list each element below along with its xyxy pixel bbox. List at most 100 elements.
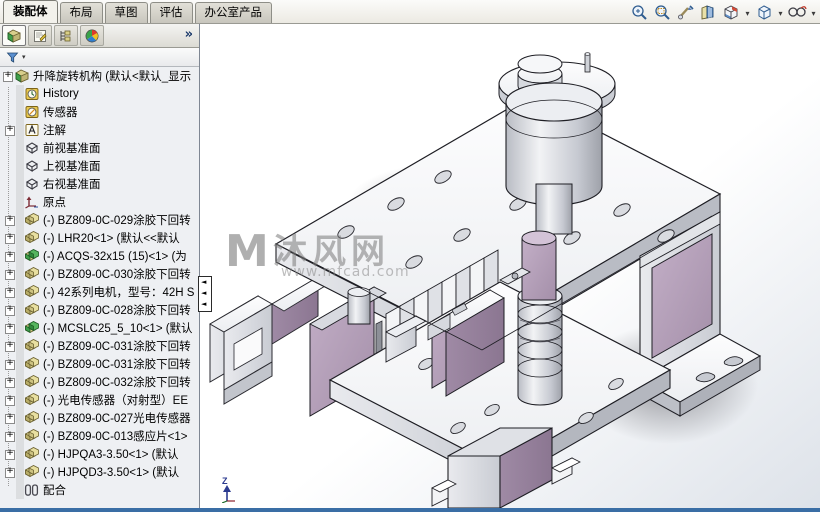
- panel-tab-configuration-manager[interactable]: [54, 25, 78, 46]
- plane-icon: [24, 140, 40, 156]
- tree-item[interactable]: (-) BZ809-0C-030涂胶下回转: [0, 265, 199, 283]
- tree-item[interactable]: 前视基准面: [0, 139, 199, 157]
- hide-show-items-icon[interactable]: [786, 2, 808, 23]
- tree-expander[interactable]: [4, 123, 15, 136]
- previous-view-icon[interactable]: [674, 2, 696, 23]
- tree-filter-bar[interactable]: ▾: [0, 48, 199, 67]
- tooltip-line: ◄: [201, 300, 207, 308]
- command-tab-2[interactable]: 草图: [104, 2, 148, 23]
- tree-item-label: (-) BZ809-0C-027光电传感器: [43, 413, 191, 425]
- component-icon: [24, 302, 40, 318]
- command-tab-4[interactable]: 办公室产品: [194, 2, 272, 23]
- tree-expander[interactable]: [4, 357, 15, 370]
- tree-connector-dots: [16, 463, 24, 481]
- tree-expander-empty: [4, 143, 15, 154]
- tree-expander[interactable]: [4, 249, 15, 262]
- zoom-to-fit-icon[interactable]: [628, 2, 650, 23]
- component-icon: [24, 356, 40, 372]
- tree-item-label: (-) BZ809-0C-013感应片<1>: [43, 431, 188, 443]
- tree-item[interactable]: History: [0, 85, 199, 103]
- tree-connector-dots: [16, 319, 24, 337]
- tree-expander-empty: [4, 107, 15, 118]
- hide-show-items-dropdown-arrow[interactable]: ▾: [809, 2, 818, 23]
- tree-expander[interactable]: [2, 69, 13, 82]
- view-toolbar: ▾ ▾ ▾: [628, 0, 818, 24]
- section-view-icon[interactable]: [697, 2, 719, 23]
- status-bar-edge-left: [0, 508, 200, 512]
- tree-item[interactable]: 右视基准面: [0, 175, 199, 193]
- tree-item-label: 注解: [43, 125, 66, 137]
- panel-tab-feature-manager-tree[interactable]: [2, 25, 26, 46]
- tree-item[interactable]: (-) HJPQD3-3.50<1> (默认: [0, 463, 199, 481]
- tree-expander[interactable]: [4, 393, 15, 406]
- command-tab-bar: 装配体 布局 草图 评估 办公室产品 ▾ ▾ ▾: [0, 0, 820, 24]
- tree-expander[interactable]: [4, 321, 15, 334]
- tree-item[interactable]: 传感器: [0, 103, 199, 121]
- tree-root[interactable]: 升降旋转机构 (默认<默认_显示: [0, 67, 199, 85]
- filter-dropdown-caret[interactable]: ▾: [22, 53, 26, 61]
- view-orientation-dropdown-arrow[interactable]: ▾: [743, 2, 752, 23]
- tree-expander[interactable]: [4, 285, 15, 298]
- component-icon: [24, 464, 40, 480]
- zoom-to-area-icon[interactable]: [651, 2, 673, 23]
- tree-connector-dots: [16, 337, 24, 355]
- tree-connector-dots: [16, 247, 24, 265]
- tree-expander-empty: [4, 161, 15, 172]
- tree-item[interactable]: (-) HJPQA3-3.50<1> (默认: [0, 445, 199, 463]
- tree-expander[interactable]: [4, 411, 15, 424]
- annotation-icon: [24, 122, 40, 138]
- panel-expand-chevron[interactable]: »: [185, 27, 193, 42]
- tree-item-label: 前视基准面: [43, 143, 101, 155]
- tree-connector-dots: [16, 427, 24, 445]
- tree-item[interactable]: (-) BZ809-0C-032涂胶下回转: [0, 373, 199, 391]
- graphics-area[interactable]: M 沐风网 www.mfcad.com Z: [200, 24, 820, 512]
- tree-item[interactable]: 原点: [0, 193, 199, 211]
- tree-item-label: (-) BZ809-0C-031涂胶下回转: [43, 341, 191, 353]
- tree-item[interactable]: 配合: [0, 481, 199, 499]
- command-tab-1[interactable]: 布局: [59, 2, 103, 23]
- tree-item[interactable]: (-) BZ809-0C-031涂胶下回转: [0, 337, 199, 355]
- tree-item[interactable]: (-) BZ809-0C-029涂胶下回转: [0, 211, 199, 229]
- tree-item[interactable]: 上视基准面: [0, 157, 199, 175]
- display-style-icon[interactable]: [753, 2, 775, 23]
- tree-root-label: 升降旋转机构 (默认<默认_显示: [33, 71, 192, 83]
- tree-expander[interactable]: [4, 231, 15, 244]
- command-tab-3[interactable]: 评估: [149, 2, 193, 23]
- tree-expander[interactable]: [4, 267, 15, 280]
- tree-expander[interactable]: [4, 303, 15, 316]
- tooltip-line: ◄: [201, 289, 207, 297]
- command-tabs: 装配体 布局 草图 评估 办公室产品: [0, 0, 274, 23]
- tree-expander[interactable]: [4, 339, 15, 352]
- command-tab-0[interactable]: 装配体: [3, 0, 58, 23]
- tree-item[interactable]: (-) 光电传感器（对射型）EE: [0, 391, 199, 409]
- view-orientation-icon[interactable]: [720, 2, 742, 23]
- panel-tab-property-manager[interactable]: [28, 25, 52, 46]
- tree-expander[interactable]: [4, 465, 15, 478]
- tree-connector-dots: [16, 445, 24, 463]
- feature-tree[interactable]: 升降旋转机构 (默认<默认_显示 History 传感器注解前视基准面上视基准面右视…: [0, 67, 199, 508]
- tree-item[interactable]: 注解: [0, 121, 199, 139]
- display-style-dropdown-arrow[interactable]: ▾: [776, 2, 785, 23]
- tree-connector-dots: [16, 481, 24, 499]
- tree-connector-dots: [16, 373, 24, 391]
- model-viewport[interactable]: M 沐风网 www.mfcad.com Z: [200, 24, 820, 512]
- tree-expander[interactable]: [4, 213, 15, 226]
- tree-item-label: (-) LHR20<1> (默认<<默认: [43, 233, 180, 245]
- tree-expander[interactable]: [4, 429, 15, 442]
- tree-item-label: (-) ACQS-32x15 (15)<1> (为: [43, 251, 187, 263]
- tree-expander[interactable]: [4, 447, 15, 460]
- tree-item[interactable]: (-) BZ809-0C-028涂胶下回转: [0, 301, 199, 319]
- tree-item[interactable]: (-) 42系列电机，型号：42H S: [0, 283, 199, 301]
- tree-item[interactable]: (-) LHR20<1> (默认<<默认: [0, 229, 199, 247]
- panel-tab-display-manager[interactable]: [80, 25, 104, 46]
- tree-item[interactable]: (-) MCSLC25_5_10<1> (默认: [0, 319, 199, 337]
- component-green-icon: [24, 248, 40, 264]
- tree-connector-dots: [16, 175, 24, 193]
- tree-item[interactable]: (-) BZ809-0C-013感应片<1>: [0, 427, 199, 445]
- tree-item[interactable]: (-) ACQS-32x15 (15)<1> (为: [0, 247, 199, 265]
- tree-expander[interactable]: [4, 375, 15, 388]
- tree-item[interactable]: (-) BZ809-0C-031涂胶下回转: [0, 355, 199, 373]
- tree-item[interactable]: (-) BZ809-0C-027光电传感器: [0, 409, 199, 427]
- tree-connector-dots: [16, 283, 24, 301]
- tree-connector-dots: [16, 229, 24, 247]
